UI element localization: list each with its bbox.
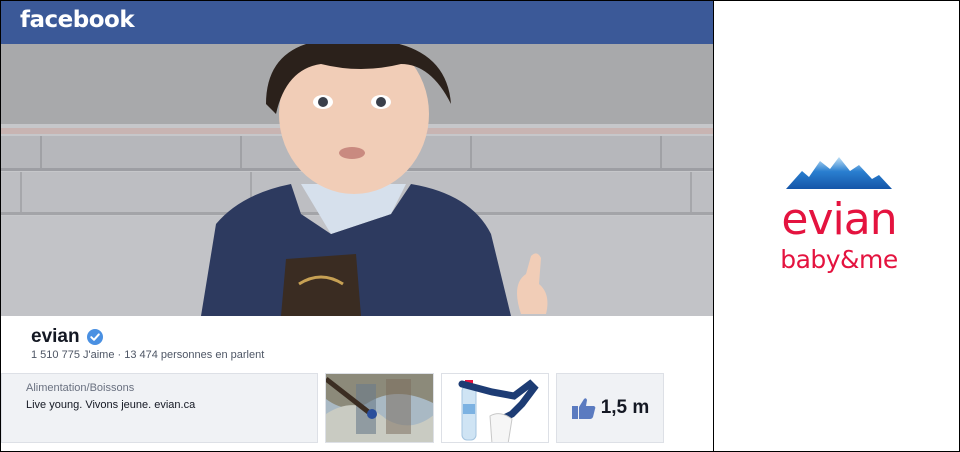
evian-logo: evian baby&me: [764, 151, 914, 281]
page-category[interactable]: Alimentation/Boissons: [26, 382, 134, 394]
facebook-logo[interactable]: facebook: [20, 7, 135, 33]
page-stats: 1 510 775 J'aime · 13 474 personnes en p…: [31, 349, 265, 361]
photo-thumbnail[interactable]: [325, 373, 434, 443]
mountains-icon: [786, 157, 892, 189]
page-name-row: evian: [31, 326, 103, 348]
page-name[interactable]: evian: [31, 326, 80, 348]
evian-wordmark: evian: [781, 194, 897, 245]
photo-thumbnail-image: [442, 374, 548, 442]
likes-count: 1,5 m: [600, 397, 650, 418]
cover-photo[interactable]: [1, 44, 713, 316]
screenshot-frame: facebook evian 1 510 775 J'aime · 13 474…: [0, 0, 960, 452]
facebook-page-panel: facebook evian 1 510 775 J'aime · 13 474…: [1, 1, 713, 451]
evian-subline: baby&me: [780, 245, 898, 274]
about-box[interactable]: Alimentation/Boissons Live young. Vivons…: [1, 373, 318, 443]
page-tagline: Live young. Vivons jeune. evian.ca: [26, 399, 196, 411]
photo-thumbnail[interactable]: [441, 373, 549, 443]
verified-badge-icon: [86, 329, 103, 345]
facebook-top-bar: facebook: [1, 1, 713, 44]
photo-thumbnail-image: [326, 374, 433, 442]
likes-summary-box[interactable]: 1,5 m: [556, 373, 664, 443]
cover-photo-image: [1, 44, 713, 316]
thumbs-up-icon: [571, 398, 596, 419]
evian-brand-panel: evian baby&me: [714, 1, 959, 451]
